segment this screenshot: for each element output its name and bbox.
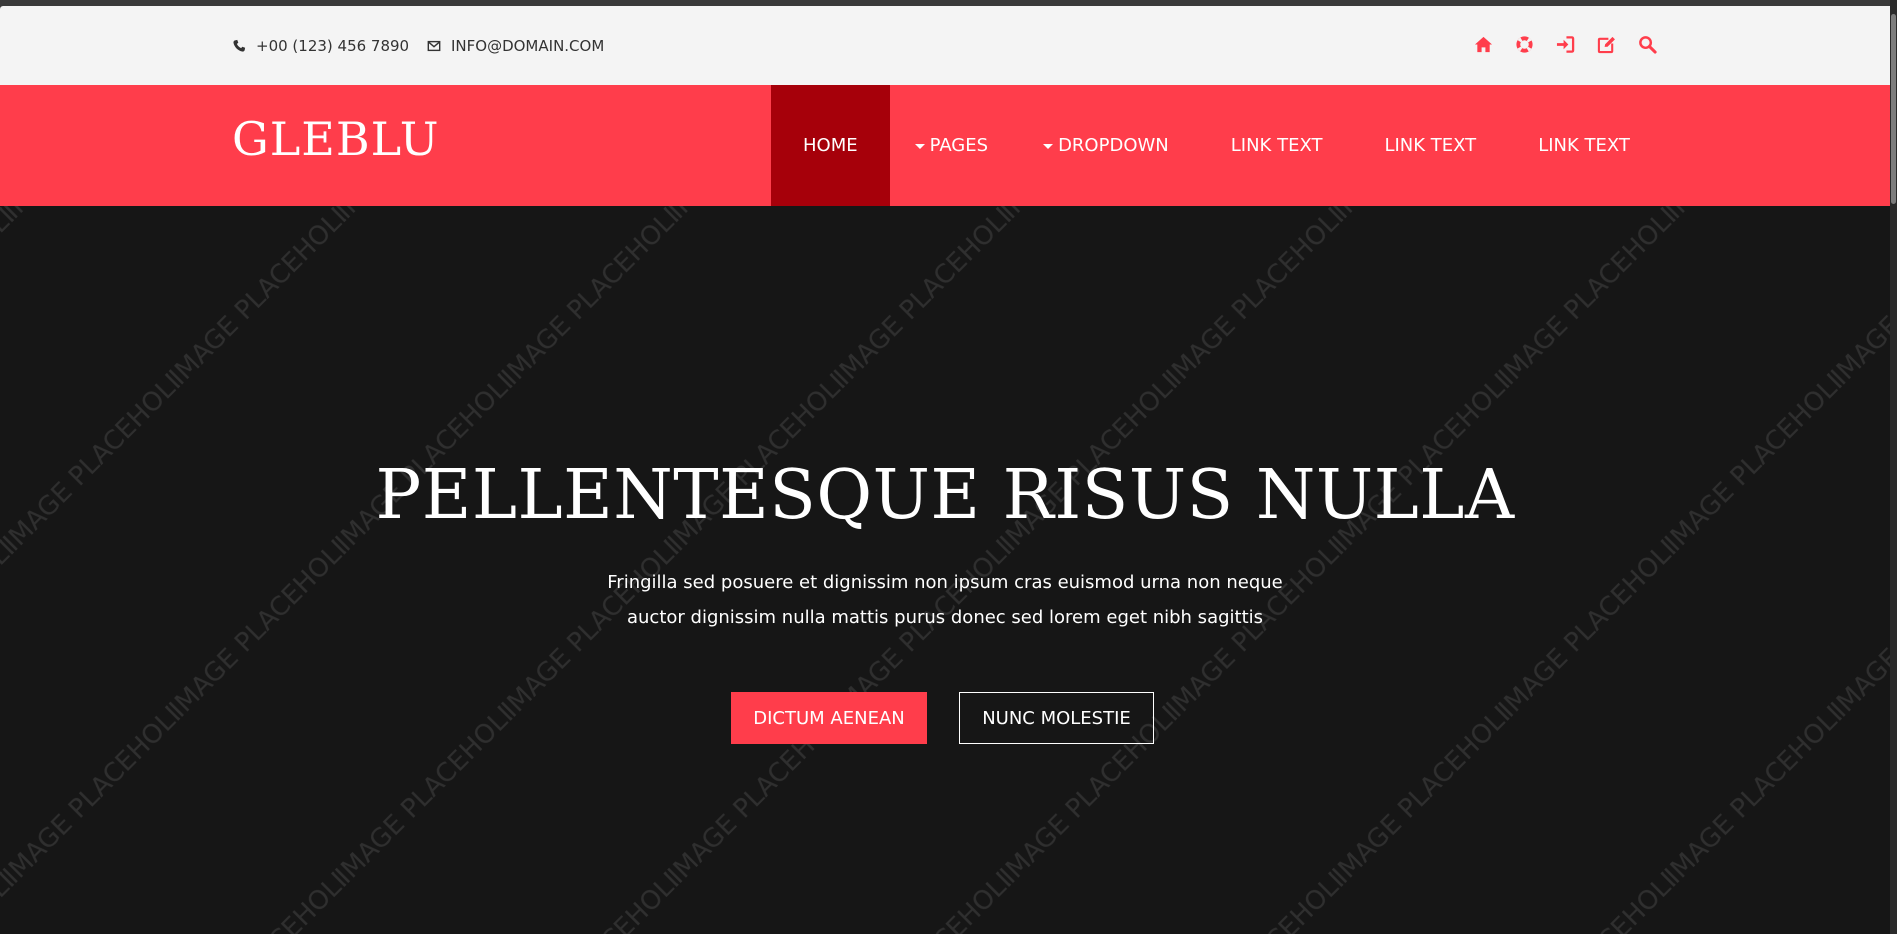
nav-item-pages[interactable]: PAGES bbox=[914, 85, 989, 206]
nav-item-label: LINK TEXT bbox=[1384, 135, 1477, 156]
scrollbar[interactable] bbox=[1890, 0, 1897, 934]
main-navbar: GLEBLU HOME PAGES DROPDOWN LINK TEXT LIN… bbox=[0, 85, 1890, 206]
caret-down-icon bbox=[1043, 144, 1054, 149]
nav-item-dropdown[interactable]: DROPDOWN bbox=[1043, 85, 1169, 206]
nav-menu: HOME PAGES DROPDOWN LINK TEXT LINK TEXT … bbox=[771, 85, 1630, 206]
email-address: INFO@DOMAIN.COM bbox=[451, 37, 605, 55]
edit-icon[interactable] bbox=[1595, 33, 1617, 55]
home-icon[interactable] bbox=[1472, 33, 1494, 55]
placeholder-pattern: IMAGE PLACEHOLDER bbox=[0, 206, 1890, 934]
nav-item-label: HOME bbox=[803, 135, 858, 156]
email-contact[interactable]: INFO@DOMAIN.COM bbox=[427, 37, 604, 55]
nav-item-link-3[interactable]: LINK TEXT bbox=[1538, 85, 1630, 206]
browser-viewport: +00 (123) 456 7890 INFO@DOMAIN.COM GLEBL… bbox=[0, 6, 1890, 934]
nav-item-label: LINK TEXT bbox=[1538, 135, 1630, 156]
nav-item-home[interactable]: HOME bbox=[771, 85, 890, 206]
nunc-molestie-button[interactable]: NUNC MOLESTIE bbox=[959, 692, 1154, 744]
hero-section: IMAGE PLACEHOLDER PELLENTESQUE RISUS NUL… bbox=[0, 206, 1890, 934]
phone-number: +00 (123) 456 7890 bbox=[256, 37, 410, 55]
envelope-icon bbox=[427, 40, 441, 52]
nav-item-link-2[interactable]: LINK TEXT bbox=[1384, 85, 1476, 206]
nav-item-link-1[interactable]: LINK TEXT bbox=[1231, 85, 1323, 206]
search-icon[interactable] bbox=[1636, 33, 1658, 55]
phone-contact[interactable]: +00 (123) 456 7890 bbox=[232, 37, 409, 55]
lifebuoy-icon[interactable] bbox=[1513, 33, 1535, 55]
sign-in-icon[interactable] bbox=[1554, 33, 1576, 55]
hero-text-line-2: auctor dignissim nulla mattis purus done… bbox=[626, 607, 1264, 628]
top-icon-bar bbox=[1472, 33, 1658, 55]
top-bar: +00 (123) 456 7890 INFO@DOMAIN.COM bbox=[0, 6, 1890, 85]
nav-item-label: LINK TEXT bbox=[1230, 135, 1323, 156]
dictum-aenean-button[interactable]: DICTUM AENEAN bbox=[731, 692, 927, 744]
caret-down-icon bbox=[914, 144, 925, 149]
scrollbar-thumb[interactable] bbox=[1891, 14, 1896, 204]
nav-item-label: DROPDOWN bbox=[1058, 135, 1169, 156]
button-label: DICTUM AENEAN bbox=[753, 707, 905, 729]
hero-text-line-1: Fringilla sed posuere et dignissim non i… bbox=[607, 572, 1283, 593]
phone-icon bbox=[233, 39, 246, 52]
nav-item-label: PAGES bbox=[929, 135, 989, 156]
site-logo[interactable]: GLEBLU bbox=[232, 112, 439, 166]
hero-title: PELLENTESQUE RISUS NULLA bbox=[375, 456, 1515, 535]
button-label: NUNC MOLESTIE bbox=[982, 707, 1131, 729]
